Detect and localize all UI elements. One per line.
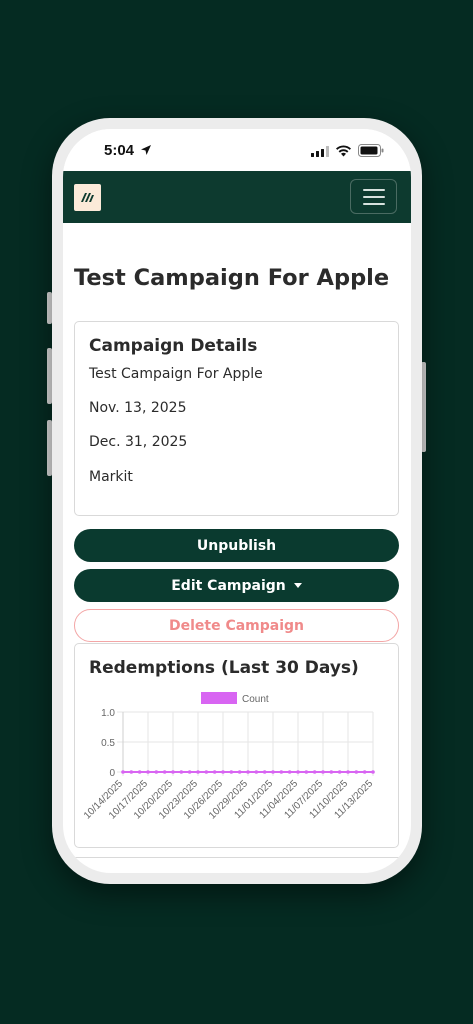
data-point <box>354 770 359 774</box>
legend-label: Count <box>242 694 269 705</box>
data-point <box>179 770 184 774</box>
data-point <box>237 770 242 774</box>
status-bar: 5:04 <box>63 129 411 171</box>
hamburger-bar-icon <box>363 189 385 191</box>
data-point <box>154 770 159 774</box>
hamburger-bar-icon <box>363 196 385 198</box>
data-point <box>287 770 292 774</box>
data-point <box>196 770 200 774</box>
data-point <box>296 770 300 774</box>
delete-campaign-button[interactable]: Delete Campaign <box>74 609 399 642</box>
status-time: 5:04 <box>104 142 135 159</box>
data-point <box>329 770 334 774</box>
hamburger-bar-icon <box>363 203 385 205</box>
campaign-brand: Markit <box>89 469 133 485</box>
data-point <box>146 770 150 774</box>
data-point <box>271 770 275 774</box>
location-arrow-icon <box>141 145 151 155</box>
markit-logo[interactable] <box>74 184 101 211</box>
data-point <box>346 770 350 774</box>
edit-campaign-label: Edit Campaign <box>171 577 286 594</box>
campaign-end-date: Dec. 31, 2025 <box>89 434 188 450</box>
details-heading: Campaign Details <box>89 336 258 356</box>
caret-down-icon <box>293 583 302 588</box>
data-point <box>187 770 192 774</box>
y-tick-label: 0 <box>109 768 115 779</box>
phone-screen: 5:04 Test Campaign For Apple Campaign De… <box>63 129 411 873</box>
divider <box>74 857 399 858</box>
data-point <box>312 770 317 774</box>
data-point <box>337 770 342 774</box>
data-point <box>229 770 234 774</box>
data-point <box>121 770 125 774</box>
menu-toggle-button[interactable] <box>350 179 397 214</box>
navbar <box>63 171 411 223</box>
data-point <box>362 770 367 774</box>
campaign-start-date: Nov. 13, 2025 <box>89 400 187 416</box>
data-point <box>137 770 142 774</box>
campaign-name: Test Campaign For Apple <box>89 366 263 382</box>
redemptions-chart: Count1.00.5010/14/202510/17/202510/20/20… <box>82 692 375 822</box>
data-point <box>262 770 267 774</box>
y-tick-label: 1.0 <box>101 708 115 719</box>
edit-campaign-button[interactable]: Edit Campaign <box>74 569 399 602</box>
legend-swatch <box>201 692 237 704</box>
data-point <box>254 770 259 774</box>
campaign-details-card: Campaign Details Test Campaign For Apple… <box>74 321 399 516</box>
data-point <box>204 770 209 774</box>
data-point <box>212 770 217 774</box>
unpublish-button[interactable]: Unpublish <box>74 529 399 562</box>
data-point <box>246 770 250 774</box>
battery-icon <box>358 144 384 157</box>
logo-mark-icon <box>81 193 94 202</box>
y-tick-label: 0.5 <box>101 738 115 749</box>
unpublish-label: Unpublish <box>196 537 277 554</box>
data-point <box>279 770 284 774</box>
data-point <box>171 770 175 774</box>
page-title: Test Campaign For Apple <box>74 265 390 291</box>
wifi-icon <box>336 145 351 157</box>
data-point <box>304 770 309 774</box>
phone-frame: 5:04 Test Campaign For Apple Campaign De… <box>52 118 422 884</box>
data-point <box>129 770 134 774</box>
data-point <box>371 770 375 774</box>
redemptions-card: Redemptions (Last 30 Days) Count 1.0 0.5 0 1… <box>74 643 399 848</box>
delete-campaign-label: Delete Campaign <box>168 617 305 634</box>
cellular-signal-icon <box>311 146 329 157</box>
data-point <box>162 770 167 774</box>
data-point <box>321 770 325 774</box>
data-point <box>221 770 225 774</box>
